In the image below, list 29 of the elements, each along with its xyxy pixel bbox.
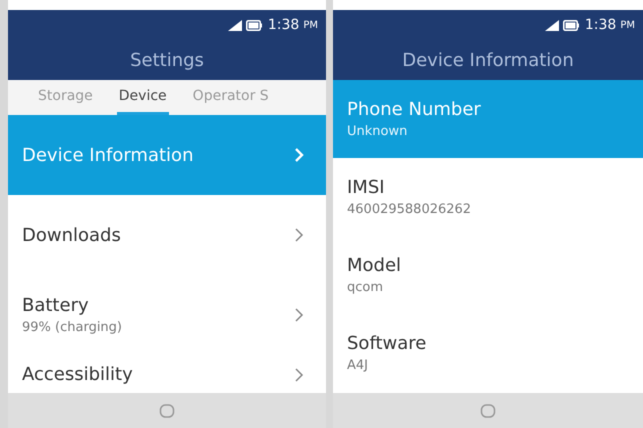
signal-icon — [228, 20, 242, 30]
item-title: Downloads — [22, 224, 121, 246]
item-title: Phone Number — [347, 99, 481, 120]
signal-icon — [544, 20, 559, 30]
chevron-right-icon — [294, 307, 304, 323]
chevron-right-icon — [294, 147, 304, 163]
screen-title: Settings — [130, 50, 204, 70]
item-title: Battery — [22, 295, 90, 316]
item-title: IMSI — [347, 177, 386, 198]
battery-icon — [246, 20, 262, 30]
home-button[interactable] — [480, 402, 496, 418]
item-subtitle: 99% (charging) — [22, 320, 122, 335]
item-title: Software — [347, 333, 426, 354]
item-title: Model — [347, 255, 402, 276]
item-subtitle: Unknown — [347, 124, 408, 139]
status-ampm: PM — [303, 20, 318, 30]
home-button[interactable] — [159, 402, 175, 418]
item-subtitle: 460029588026262 — [347, 202, 472, 217]
screen-title: Device Information — [402, 50, 574, 70]
chevron-right-icon — [294, 227, 304, 243]
status-ampm: PM — [620, 20, 635, 30]
chevron-right-icon — [294, 366, 304, 382]
item-title: Accessibility — [22, 364, 133, 385]
status-time: 1:38 — [584, 17, 616, 33]
status-time: 1:38 — [268, 17, 300, 33]
battery-icon — [562, 20, 579, 30]
item-subtitle: qcom — [347, 280, 384, 295]
item-subtitle: A4J — [347, 358, 369, 373]
item-title: Device Information — [22, 144, 194, 166]
